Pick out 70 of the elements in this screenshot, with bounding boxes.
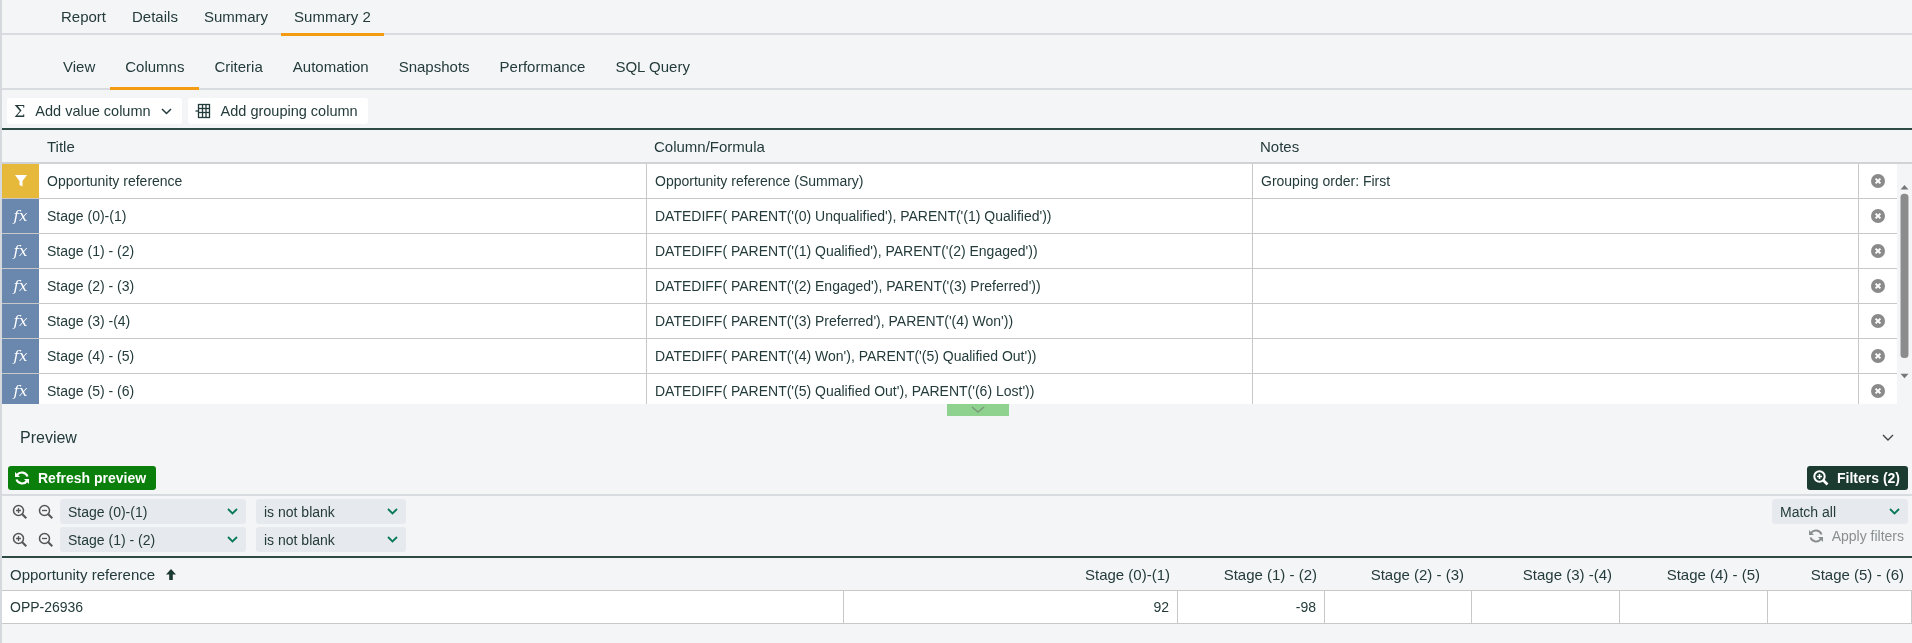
section-tab[interactable]: Snapshots [383, 49, 485, 90]
section-tab[interactable]: Automation [277, 49, 384, 90]
formula-badge: fx [2, 339, 39, 373]
add-grouping-column-button[interactable]: Add grouping column [187, 98, 368, 124]
remove-icon[interactable] [1871, 174, 1885, 188]
report-tab[interactable]: Details [119, 0, 191, 36]
refresh-icon [14, 470, 30, 486]
remove-icon[interactable] [1871, 384, 1885, 398]
formula-badge: fx [2, 199, 39, 233]
field-select[interactable]: Stage (0)-(1) [60, 499, 246, 524]
formula-cell: Opportunity reference (Summary) [646, 164, 1252, 198]
zoom-out-icon[interactable] [38, 503, 54, 520]
chevron-icon [1889, 508, 1900, 515]
chevron-icon [227, 536, 238, 543]
section-tab[interactable]: View [48, 49, 111, 90]
report-tab[interactable]: Report [48, 0, 120, 36]
notes-cell: Grouping order: First [1252, 164, 1858, 198]
refresh-preview-button[interactable]: Refresh preview [8, 466, 157, 490]
zoom-in-icon[interactable] [12, 531, 28, 548]
chevron-icon [387, 508, 398, 515]
collapse-icon[interactable] [1882, 433, 1894, 442]
formula-badge: fx [2, 304, 39, 338]
zoom-out-icon[interactable] [38, 531, 54, 548]
column-header: Title [46, 136, 76, 157]
title-cell-text: Stage (4) - (5) [46, 347, 136, 366]
column-header: Column/Formula [653, 136, 766, 157]
table-cell: OPP-26936 [2, 591, 844, 624]
title-cell-text: Stage (2) - (3) [46, 277, 136, 296]
title-cell-text: Stage (3) -(4) [46, 312, 132, 331]
remove-icon[interactable] [1871, 244, 1885, 258]
remove-icon[interactable] [1871, 349, 1885, 363]
report-tab[interactable]: Summary [190, 0, 282, 36]
remove-icon[interactable] [1871, 314, 1885, 328]
section-tab[interactable]: Columns [110, 49, 200, 90]
formula-badge: fx [2, 269, 39, 303]
section-tab[interactable]: SQL Query [600, 49, 705, 90]
table-cell: -98 [1178, 591, 1325, 624]
refresh-icon [1807, 528, 1824, 544]
formula-cell: DATEDIFF( PARENT('(2) Engaged'), PARENT('(3) Preferred')) [646, 269, 1252, 303]
formula-badge: fx [2, 234, 39, 268]
operator-select[interactable]: is not blank [256, 499, 406, 524]
formula-cell: DATEDIFF( PARENT('(4) Won'), PARENT('(5) Qualified Out')) [646, 339, 1252, 373]
chevron-icon [971, 406, 985, 414]
zoom-in-icon [1813, 470, 1829, 486]
formula-cell: DATEDIFF( PARENT('(3) Preferred'), PARENT('(4) Won')) [646, 304, 1252, 338]
formula-badge: fx [2, 374, 39, 404]
preview-title: Preview [20, 428, 77, 447]
formula-cell: DATEDIFF( PARENT('(1) Qualified'), PARENT('(2) Engaged')) [646, 234, 1252, 268]
formula-cell: DATEDIFF( PARENT('(0) Unqualified'), PARENT('(1) Qualified')) [646, 199, 1252, 233]
title-cell-text: Stage (5) - (6) [46, 382, 136, 401]
chevron-icon [227, 508, 238, 515]
title-cell-text: Opportunity reference [46, 172, 184, 191]
operator-select[interactable]: is not blank [256, 527, 406, 552]
report-tab[interactable]: Summary 2 [281, 0, 384, 36]
zoom-in-icon[interactable] [12, 503, 28, 520]
filters-button[interactable]: Filters (2) [1807, 466, 1908, 490]
title-cell-text: Stage (1) - (2) [46, 242, 136, 261]
match-select[interactable]: Match all [1772, 499, 1908, 524]
remove-icon[interactable] [1871, 279, 1885, 293]
grid-icon [194, 103, 211, 119]
field-select[interactable]: Stage (1) - (2) [60, 527, 246, 552]
remove-icon[interactable] [1871, 209, 1885, 223]
table-cell: 92 [844, 591, 1178, 624]
section-tab[interactable]: Criteria [199, 49, 278, 90]
title-cell-text: Stage (0)-(1) [46, 207, 128, 226]
section-tab[interactable]: Performance [484, 49, 601, 90]
column-header: Notes [1259, 136, 1301, 157]
add-value-column-button[interactable]: Σ Add value column [7, 98, 182, 124]
caret-icon [160, 107, 172, 115]
chevron-icon [387, 536, 398, 543]
